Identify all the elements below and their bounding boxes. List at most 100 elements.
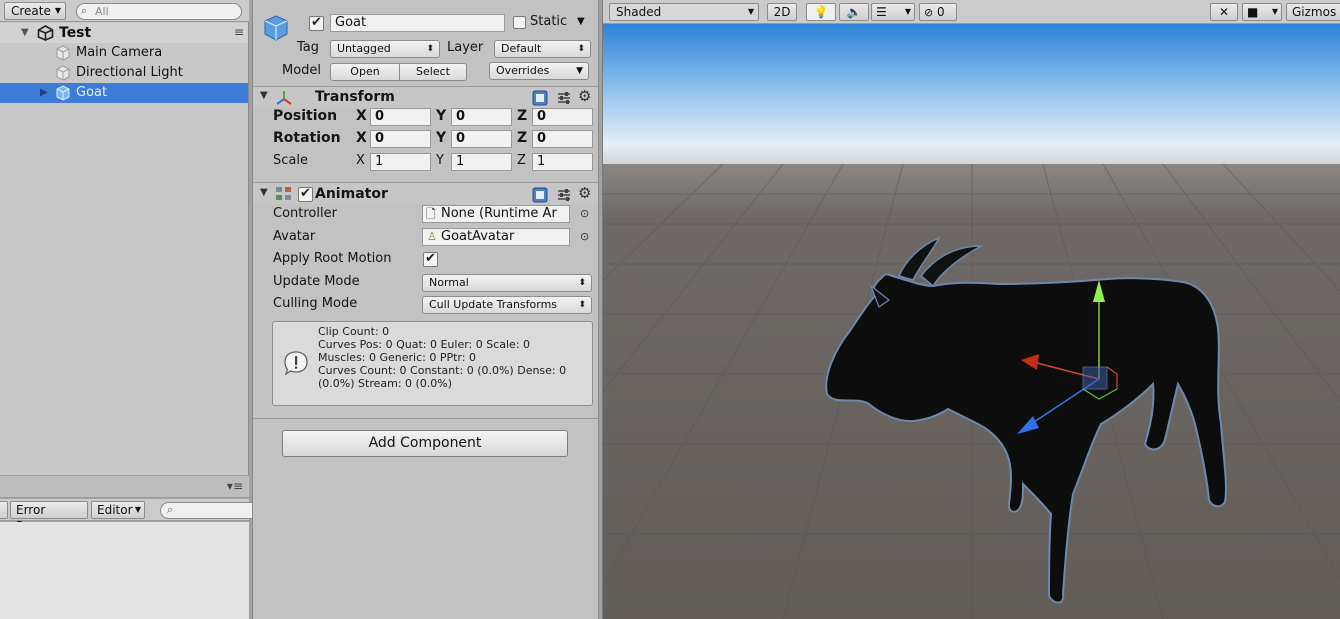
camera-icon: ■ xyxy=(1247,5,1259,19)
presets-sliders-icon[interactable] xyxy=(556,187,572,203)
info-line-stream: (0.0%) Stream: 0 (0.0%) xyxy=(318,377,453,390)
skybox xyxy=(603,24,1340,166)
dropdown-arrow-icon: ▼ xyxy=(904,7,911,16)
scale-z-label: Z xyxy=(517,153,526,168)
2d-toggle-button[interactable]: 2D xyxy=(767,3,797,21)
scale-z-field[interactable]: 1 xyxy=(532,153,593,171)
select-label: Select xyxy=(416,65,450,78)
object-picker-icon[interactable]: ⊙ xyxy=(580,207,589,220)
gear-icon[interactable]: ⚙ xyxy=(578,184,591,202)
controller-field[interactable]: 🗋 None (Runtime Ar xyxy=(422,205,570,223)
console-log-area[interactable] xyxy=(0,522,249,619)
scene-view-panel: Shaded ▼ 2D 💡 🔈 ☰ ▼ ⊘ 0 ✕ ■ ▼ Gizmos xyxy=(602,0,1340,619)
culling-mode-dropdown[interactable]: Cull Update Transforms ⬍ xyxy=(422,296,592,314)
animator-header[interactable]: ▼ ✔ Animator ⚙ xyxy=(253,182,598,204)
transform-header[interactable]: ▼ Transform ⚙ xyxy=(253,86,598,108)
scale-x-field[interactable]: 1 xyxy=(370,153,431,171)
scene-effects-dropdown[interactable]: ☰ ▼ xyxy=(871,3,915,21)
fold-arrow-icon[interactable]: ▼ xyxy=(260,187,268,198)
hierarchy-search-field[interactable]: ⌕ All xyxy=(76,3,242,20)
rotation-x-field[interactable]: 0 xyxy=(370,130,431,148)
hierarchy-item-goat[interactable]: ▶ Goat xyxy=(0,83,248,103)
overrides-dropdown[interactable]: Overrides ▼ xyxy=(489,62,589,80)
scale-y-label: Y xyxy=(436,153,444,168)
scene-viewport[interactable] xyxy=(603,24,1340,619)
hierarchy-item-main-camera[interactable]: Main Camera xyxy=(0,43,248,63)
presets-sliders-icon[interactable] xyxy=(556,90,572,106)
tag-value: Untagged xyxy=(337,42,391,55)
rotation-z-field[interactable]: 0 xyxy=(532,130,593,148)
camera-settings-dropdown[interactable]: ■ ▼ xyxy=(1242,3,1282,21)
scale-label: Scale xyxy=(273,153,308,168)
tag-dropdown[interactable]: Untagged ⬍ xyxy=(330,40,440,58)
shading-mode-dropdown[interactable]: Shaded ▼ xyxy=(609,3,759,21)
static-checkbox[interactable] xyxy=(513,16,526,29)
avatar-figure-icon: ♙ xyxy=(427,230,437,243)
animator-info-box: Clip Count: 0 Curves Pos: 0 Quat: 0 Eule… xyxy=(272,321,593,406)
console-search-field[interactable]: ⌕ xyxy=(160,502,260,519)
transform-axes-icon xyxy=(276,91,292,105)
help-book-icon[interactable] xyxy=(532,187,548,203)
panel-menu-icon[interactable]: ▾≡ xyxy=(227,479,243,493)
controller-value: None (Runtime Ar xyxy=(441,206,557,221)
create-dropdown-button[interactable]: Create ▼ xyxy=(4,2,66,20)
position-z-field[interactable]: 0 xyxy=(532,108,593,126)
dropdown-arrow-icon: ▼ xyxy=(54,6,61,15)
scene-menu-icon[interactable]: ≡ xyxy=(234,22,244,42)
clear-on-play-button[interactable] xyxy=(0,501,8,519)
object-picker-icon[interactable]: ⊙ xyxy=(580,230,589,243)
help-book-icon[interactable] xyxy=(532,90,548,106)
static-dropdown-arrow-icon[interactable]: ▼ xyxy=(577,16,585,27)
dropdown-arrow-icon: ▼ xyxy=(134,505,141,514)
rotation-y-field[interactable]: 0 xyxy=(451,130,512,148)
apply-root-motion-checkbox[interactable]: ✔ xyxy=(423,252,438,267)
error-pause-button[interactable]: Error Pause xyxy=(10,501,88,533)
rotation-z-label: Z xyxy=(517,130,528,146)
updown-arrow-icon: ⬍ xyxy=(426,44,434,54)
position-x-field[interactable]: 0 xyxy=(370,108,431,126)
open-label: Open xyxy=(350,65,380,78)
position-y-field[interactable]: 0 xyxy=(451,108,512,126)
avatar-field[interactable]: ♙ GoatAvatar xyxy=(422,228,570,246)
shading-mode-value: Shaded xyxy=(616,5,662,19)
object-name-field[interactable]: Goat xyxy=(330,14,505,32)
avatar-value: GoatAvatar xyxy=(441,229,515,244)
hierarchy-item-directional-light[interactable]: Directional Light xyxy=(0,63,248,83)
open-model-button[interactable]: Open xyxy=(330,63,400,81)
editor-label: Editor xyxy=(97,503,133,517)
prefab-cube-icon xyxy=(264,15,288,41)
overrides-label: Overrides xyxy=(496,64,550,77)
info-line-curves-count: Curves Count: 0 Constant: 0 (0.0%) Dense… xyxy=(318,364,567,377)
layer-dropdown[interactable]: Default ⬍ xyxy=(494,40,591,58)
scene-row[interactable]: ▼ Test ≡ xyxy=(0,23,248,43)
fold-arrow-icon[interactable]: ▼ xyxy=(260,90,268,101)
scene-audio-toggle[interactable]: 🔈 xyxy=(839,3,869,21)
hierarchy-item-label: Directional Light xyxy=(76,65,183,80)
hidden-objects-toggle[interactable]: ⊘ 0 xyxy=(919,3,957,21)
gizmos-dropdown[interactable]: Gizmos xyxy=(1286,3,1340,21)
animator-enabled-checkbox[interactable]: ✔ xyxy=(298,187,313,202)
info-line-muscles: Muscles: 0 Generic: 0 PPtr: 0 xyxy=(318,351,476,364)
scene-tools-button[interactable]: ✕ xyxy=(1210,3,1238,21)
add-component-button[interactable]: Add Component xyxy=(282,430,568,457)
hierarchy-item-label: Main Camera xyxy=(76,45,163,60)
active-checkbox[interactable]: ✔ xyxy=(309,16,324,31)
gizmos-label: Gizmos xyxy=(1292,5,1337,19)
scene-lighting-toggle[interactable]: 💡 xyxy=(806,3,836,21)
fold-arrow-icon[interactable]: ▼ xyxy=(21,23,29,43)
tools-icon: ✕ xyxy=(1218,5,1230,19)
rotation-x-label: X xyxy=(356,130,367,146)
layers-icon: ☰ xyxy=(876,5,887,19)
hierarchy-toolbar: Create ▼ ⌕ All xyxy=(0,0,249,22)
plane-handle[interactable] xyxy=(1082,366,1108,390)
update-mode-dropdown[interactable]: Normal ⬍ xyxy=(422,274,592,292)
static-label: Static xyxy=(530,14,568,29)
expand-arrow-icon[interactable]: ▶ xyxy=(40,83,48,103)
dropdown-arrow-icon: ▼ xyxy=(1271,7,1278,16)
gear-icon[interactable]: ⚙ xyxy=(578,87,591,105)
scale-y-field[interactable]: 1 xyxy=(451,153,512,171)
select-model-button[interactable]: Select xyxy=(399,63,467,81)
editor-dropdown-button[interactable]: Editor ▼ xyxy=(91,501,145,519)
search-icon: ⌕ xyxy=(167,503,174,516)
layer-value: Default xyxy=(501,42,542,55)
